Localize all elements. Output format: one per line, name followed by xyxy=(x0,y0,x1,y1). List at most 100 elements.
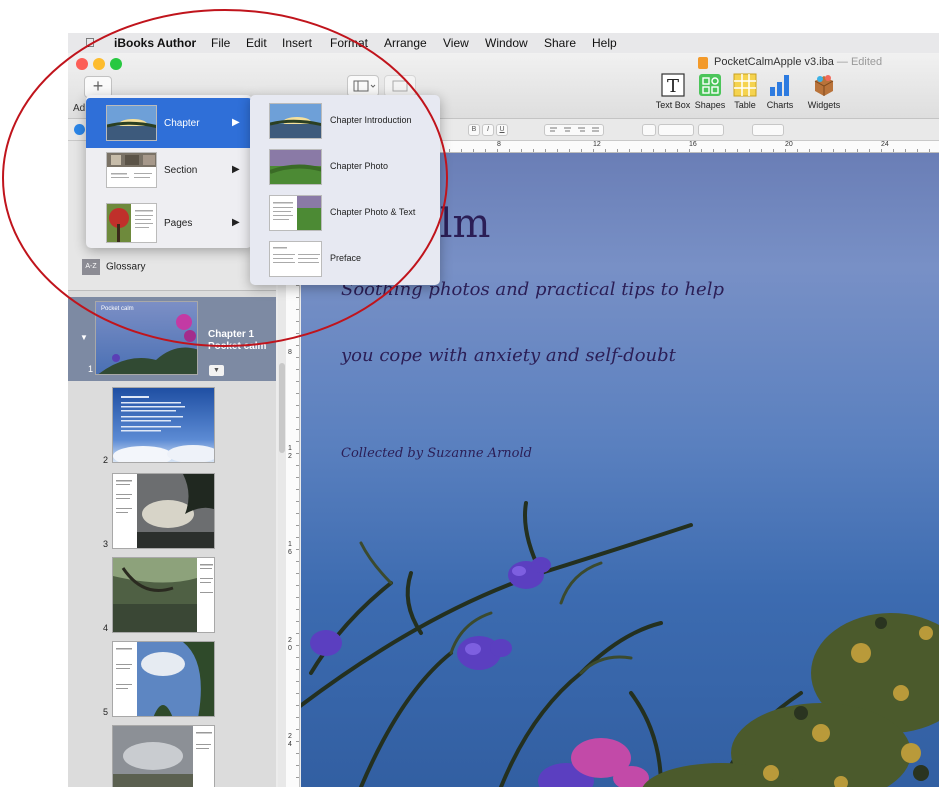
bold-button[interactable]: B xyxy=(468,124,480,136)
svg-text:T: T xyxy=(667,76,679,97)
glossary-icon: A-Z xyxy=(82,259,100,275)
text-box-label: Text Box xyxy=(655,100,691,110)
menu-edit[interactable]: Edit xyxy=(246,36,267,50)
menu-item-label: Section xyxy=(164,165,198,176)
widgets-label: Widgets xyxy=(807,100,841,110)
line-spacing-button[interactable] xyxy=(642,124,656,136)
ruler-tick-label: 8 xyxy=(497,141,501,148)
submenu-item-chapter-photo[interactable]: Chapter Photo xyxy=(250,143,440,189)
shapes-tool[interactable]: Shapes xyxy=(690,73,730,110)
menu-help[interactable]: Help xyxy=(592,36,617,50)
clouds-page-art xyxy=(113,726,214,787)
glossary-label: Glossary xyxy=(106,261,146,273)
chapter-layout-thumbnail xyxy=(106,105,157,141)
ruler-tick-label: 1 6 xyxy=(288,541,292,556)
document-title: PocketCalmApple v3.iba — Edited xyxy=(714,56,882,68)
chapter-row[interactable]: ▼ Pocket calm 1 Chapter 1 Pocket calm ▼ xyxy=(68,297,276,381)
screenshot:  iBooks Author File Edit Insert Format … xyxy=(0,0,939,787)
table-label: Table xyxy=(734,100,756,110)
apple-icon[interactable]:  xyxy=(85,35,95,50)
ruler-tick-label: 24 xyxy=(881,141,889,148)
photo-layout-art xyxy=(270,150,321,184)
submenu-item-label: Preface xyxy=(330,253,362,263)
chapter-number-label: Chapter 1 xyxy=(208,329,255,340)
inspector-icon xyxy=(392,80,408,92)
menu-window[interactable]: Window xyxy=(485,36,528,50)
ruler-tick-label: 2 4 xyxy=(288,733,292,748)
layout-thumbnail xyxy=(269,241,322,277)
chapter-thumbnail[interactable]: Pocket calm xyxy=(95,301,198,375)
menu-item-label: Chapter xyxy=(164,118,200,129)
menu-view[interactable]: View xyxy=(443,36,469,50)
widgets-tool[interactable]: Widgets xyxy=(802,73,846,110)
style-icon[interactable] xyxy=(74,124,85,135)
ruler-tick-label: 12 xyxy=(593,141,601,148)
zoom-window-button[interactable] xyxy=(110,58,122,70)
preface-layout-art xyxy=(273,247,320,263)
close-window-button[interactable] xyxy=(76,58,88,70)
menu-arrange[interactable]: Arrange xyxy=(384,36,427,50)
flower-thumbnail-art xyxy=(98,314,197,374)
page-thumbnail[interactable] xyxy=(112,641,215,717)
italic-button[interactable]: I xyxy=(482,124,494,136)
section-layout-thumbnail xyxy=(106,152,157,188)
document-icon xyxy=(698,57,708,69)
intro-layout-art xyxy=(270,104,321,138)
menu-file[interactable]: File xyxy=(211,36,230,50)
chapter-page-number: 1 xyxy=(88,364,94,374)
page-thumbnail[interactable] xyxy=(112,557,215,633)
disclosure-triangle-icon[interactable]: ▼ xyxy=(80,333,88,342)
view-icon xyxy=(353,80,376,92)
view-button[interactable] xyxy=(347,75,379,97)
submenu-arrow-icon: ▶ xyxy=(232,217,240,228)
pages-thumbnail-art xyxy=(107,204,153,242)
menu-item-chapter[interactable]: Chapter ▶ xyxy=(86,98,252,148)
submenu-item-preface[interactable]: Preface xyxy=(250,235,440,281)
page-thumbnail[interactable] xyxy=(112,473,215,549)
submenu-item-chapter-photo-text[interactable]: Chapter Photo & Text xyxy=(250,189,440,235)
menu-item-section[interactable]: Section ▶ xyxy=(86,145,252,195)
table-icon xyxy=(733,73,757,97)
widgets-icon xyxy=(814,75,834,96)
inspector-button[interactable] xyxy=(384,75,416,97)
menu-app-name[interactable]: iBooks Author xyxy=(114,36,196,50)
shapes-label: Shapes xyxy=(694,100,726,110)
columns-button[interactable] xyxy=(698,124,724,136)
document-status: — Edited xyxy=(836,56,883,68)
page-number: 4 xyxy=(103,623,109,633)
underline-button[interactable]: U xyxy=(496,124,508,136)
page-number: 5 xyxy=(103,707,109,717)
spacing-stepper[interactable] xyxy=(658,124,694,136)
menu-format[interactable]: Format xyxy=(330,36,368,50)
photo-text-layout-art xyxy=(273,196,321,230)
ruler-tick-label: 2 0 xyxy=(288,637,292,652)
submenu-arrow-icon: ▶ xyxy=(232,117,240,128)
page-thumbnail[interactable] xyxy=(112,725,215,787)
add-page-menu: Chapter ▶ Section ▶ Pages ▶ xyxy=(86,95,252,248)
submenu-item-label: Chapter Introduction xyxy=(330,115,412,125)
glossary-item[interactable]: A-Z Glossary xyxy=(82,259,145,275)
sunset-page-art xyxy=(113,474,214,548)
minimize-window-button[interactable] xyxy=(93,58,105,70)
chapter-title-label: Pocket calm xyxy=(208,341,267,352)
submenu-item-chapter-introduction[interactable]: Chapter Introduction xyxy=(250,97,440,143)
submenu-arrow-icon: ▶ xyxy=(232,164,240,175)
menu-share[interactable]: Share xyxy=(544,36,576,50)
ruler-tick-label: 1 2 xyxy=(288,445,292,460)
table-tool[interactable]: Table xyxy=(728,73,762,110)
layout-thumbnail xyxy=(269,103,322,139)
text-box-icon: T xyxy=(661,73,685,97)
page-thumbnail[interactable] xyxy=(112,387,215,463)
sidebar-scroll-thumb[interactable] xyxy=(279,363,285,453)
layout-thumbnail xyxy=(269,195,322,231)
chapter-options-icon[interactable]: ▼ xyxy=(209,365,224,376)
submenu-item-label: Chapter Photo & Text xyxy=(330,207,416,217)
charts-tool[interactable]: Charts xyxy=(762,73,798,110)
ruler-tick-label: 16 xyxy=(689,141,697,148)
add-page-label: Ad xyxy=(73,103,86,114)
menu-item-pages[interactable]: Pages ▶ xyxy=(86,198,252,248)
menu-insert[interactable]: Insert xyxy=(282,36,312,50)
list-button[interactable] xyxy=(752,124,784,136)
forest-page-art xyxy=(113,558,214,632)
alignment-buttons[interactable] xyxy=(544,124,604,136)
